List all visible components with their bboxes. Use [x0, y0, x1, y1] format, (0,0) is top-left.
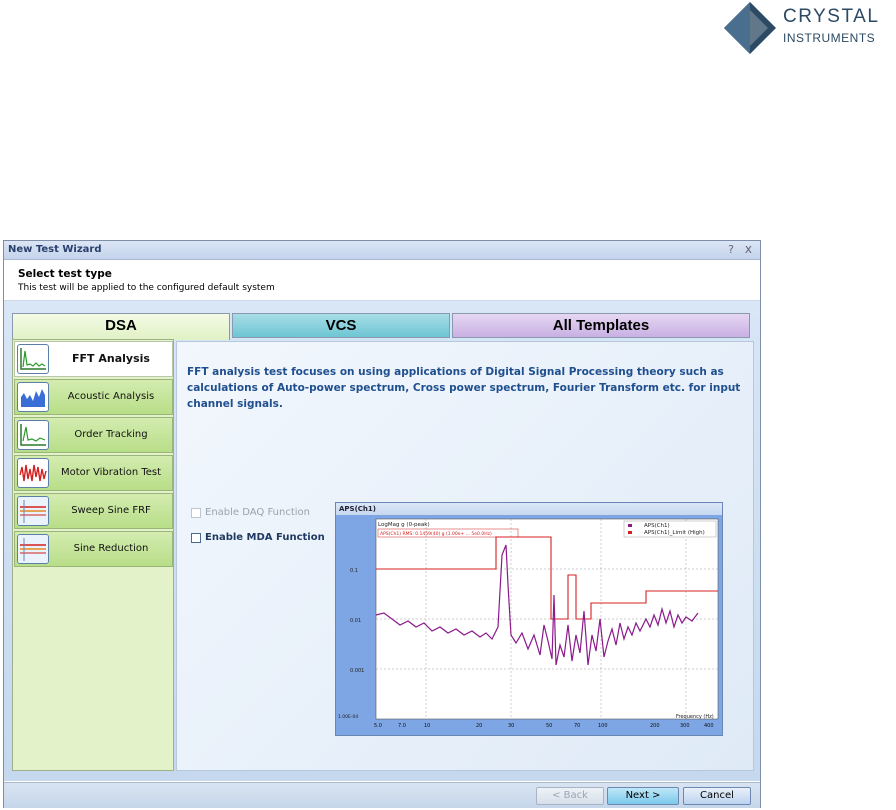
- x-tick: 7.0: [398, 723, 406, 729]
- test-type-label: Acoustic Analysis: [67, 391, 155, 402]
- y-tick: 0.1: [350, 568, 358, 574]
- y-tick: 1.00E-04: [338, 714, 358, 720]
- test-type-sweep-sine-frf[interactable]: Sweep Sine FRF: [14, 493, 173, 529]
- x-tick: 20: [476, 723, 482, 729]
- test-type-acoustic-analysis[interactable]: Acoustic Analysis: [14, 379, 173, 415]
- checkbox-box: [191, 508, 201, 518]
- checkbox-label: Enable MDA Function: [205, 532, 325, 543]
- test-type-sine-reduction[interactable]: Sine Reduction: [14, 531, 173, 567]
- checkbox-box: [191, 533, 201, 543]
- x-tick: 300: [680, 723, 690, 729]
- tab-dsa[interactable]: DSA: [12, 313, 230, 340]
- y-tick: 0.001: [350, 668, 364, 674]
- sine-reduction-icon: [17, 534, 49, 564]
- plot-xlabel: Frequency (Hz): [676, 714, 714, 720]
- spectrum-preview-plot: LogMag g (0-peak) APS(Ch1) RMS: 0.1459(4…: [338, 518, 719, 729]
- window-title: New Test Wizard: [8, 244, 102, 255]
- plot-ylabel: LogMag g (0-peak): [378, 522, 430, 528]
- checkbox-label: Enable DAQ Function: [205, 507, 311, 518]
- order-tracking-icon: [17, 420, 49, 450]
- test-description: FFT analysis test focuses on using appli…: [187, 366, 741, 410]
- test-type-list: FFT Analysis Acoustic Analysis Order Tra…: [12, 339, 174, 771]
- wizard-header: Select test type This test will be appli…: [4, 260, 760, 301]
- x-tick: 5.0: [374, 723, 382, 729]
- window-titlebar: New Test Wizard ? x: [4, 241, 760, 260]
- preview-plot-window: APS(Ch1) LogMag g (0-peak) APS(Ch1) RMS:…: [335, 502, 723, 736]
- x-tick: 50: [546, 723, 552, 729]
- help-button[interactable]: ?: [728, 243, 734, 256]
- test-type-label: Order Tracking: [74, 429, 148, 440]
- x-tick: 200: [650, 723, 660, 729]
- legend-spectrum: APS(Ch1): [644, 523, 670, 529]
- sweep-sine-icon: [17, 496, 49, 526]
- test-type-label: Sweep Sine FRF: [71, 505, 151, 516]
- legend-limit: APS(Ch1)_Limit (High): [644, 530, 705, 536]
- x-tick: 10: [424, 723, 430, 729]
- cancel-button[interactable]: Cancel: [683, 787, 751, 805]
- test-type-fft-analysis[interactable]: FFT Analysis: [14, 341, 173, 377]
- x-tick: 30: [508, 723, 514, 729]
- close-button[interactable]: x: [745, 242, 752, 256]
- back-button[interactable]: < Back: [536, 787, 604, 805]
- logo-text-crystal: CRYSTAL: [783, 6, 880, 27]
- x-tick: 400: [704, 723, 714, 729]
- header-title: Select test type: [18, 268, 112, 280]
- test-type-label: FFT Analysis: [72, 352, 150, 365]
- test-type-order-tracking[interactable]: Order Tracking: [14, 417, 173, 453]
- next-button[interactable]: Next >: [607, 787, 679, 805]
- plot-cursor-readout: APS(Ch1) RMS: 0.1459(40) g (1.00e+ ... 5…: [380, 531, 492, 537]
- y-tick: 0.01: [350, 618, 361, 624]
- new-test-wizard-window: New Test Wizard ? x Select test type Thi…: [3, 240, 761, 808]
- x-tick: 70: [574, 723, 580, 729]
- acoustic-bars-icon: [17, 382, 49, 412]
- motor-vibration-icon: [17, 458, 49, 488]
- header-subtitle: This test will be applied to the configu…: [18, 283, 275, 293]
- plot-title: APS(Ch1): [336, 503, 722, 515]
- fft-spectrum-icon: [17, 344, 49, 374]
- test-description-panel: FFT analysis test focuses on using appli…: [176, 341, 754, 771]
- tab-all-templates[interactable]: All Templates: [452, 313, 750, 338]
- tab-vcs[interactable]: VCS: [232, 313, 450, 338]
- test-type-label: Motor Vibration Test: [60, 467, 162, 478]
- wizard-body: DSA VCS All Templates FFT Analysis Acous…: [4, 301, 760, 781]
- logo-text-instruments: INSTRUMENTS: [783, 31, 876, 45]
- wizard-footer: < Back Next > Cancel: [4, 782, 760, 808]
- x-tick: 100: [598, 723, 608, 729]
- test-type-label: Sine Reduction: [73, 543, 149, 554]
- test-type-motor-vibration[interactable]: Motor Vibration Test: [14, 455, 173, 491]
